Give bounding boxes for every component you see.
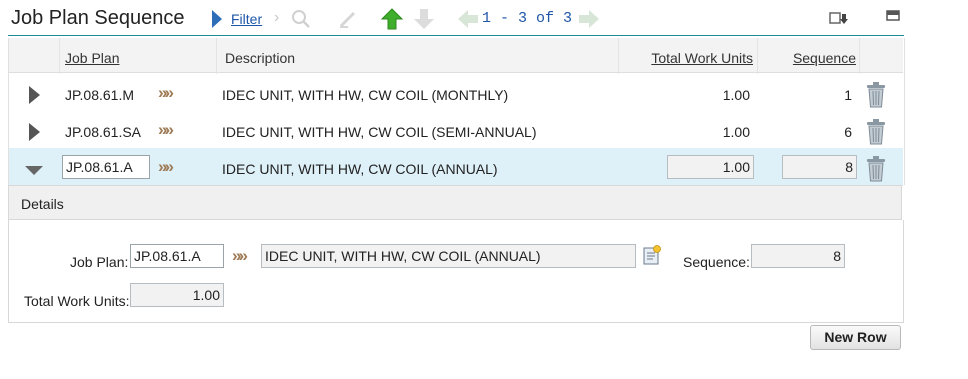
go-to-job-plan-icon[interactable]: »» xyxy=(158,157,174,177)
job-plan-cell: JP.08.61.SA xyxy=(65,124,142,140)
go-to-job-plan-icon[interactable]: »» xyxy=(158,120,174,140)
total-work-units-field[interactable] xyxy=(667,155,754,179)
collapse-row-icon[interactable] xyxy=(25,166,43,175)
details-description-field[interactable] xyxy=(261,244,636,268)
page-title: Job Plan Sequence xyxy=(11,7,185,29)
column-header-job-plan[interactable]: Job Plan xyxy=(65,50,119,66)
move-down-icon xyxy=(414,9,434,29)
delete-row-icon[interactable] xyxy=(866,156,886,182)
details-total-work-units-field[interactable] xyxy=(130,283,224,307)
total-work-units-cell: 1.00 xyxy=(722,124,750,140)
sequence-input[interactable] xyxy=(782,155,857,179)
filter-toggle-icon[interactable] xyxy=(212,10,222,28)
clear-filter-icon xyxy=(339,11,356,28)
sequence-cell: 6 xyxy=(844,124,852,140)
column-header-sequence[interactable]: Sequence xyxy=(760,50,856,66)
description-cell: IDEC UNIT, WITH HW, CW COIL (SEMI-ANNUAL… xyxy=(222,124,537,140)
total-work-units-label: Total Work Units: xyxy=(24,293,130,309)
sequence-cell: 1 xyxy=(844,87,852,103)
job-plan-label: Job Plan: xyxy=(70,254,129,270)
filter-link[interactable]: Filter xyxy=(231,11,262,27)
download-icon[interactable] xyxy=(829,10,849,28)
go-to-job-plan-icon[interactable]: »» xyxy=(158,83,174,103)
details-title: Details xyxy=(21,196,64,212)
column-header-total-work-units[interactable]: Total Work Units xyxy=(618,50,753,66)
delete-row-icon[interactable] xyxy=(866,82,886,108)
description-cell: IDEC UNIT, WITH HW, CW COIL (ANNUAL) xyxy=(222,161,498,177)
details-panel xyxy=(8,220,904,323)
go-to-job-plan-icon[interactable]: »» xyxy=(232,246,248,266)
details-header xyxy=(8,185,902,220)
details-sequence-input[interactable] xyxy=(751,244,845,268)
details-job-plan-input[interactable] xyxy=(130,244,224,268)
job-plan-input[interactable] xyxy=(62,155,150,179)
total-work-units-cell: 1.00 xyxy=(722,87,750,103)
expand-row-icon[interactable] xyxy=(29,123,40,141)
job-plan-cell: JP.08.61.M xyxy=(65,87,135,103)
chevron-right-icon: › xyxy=(274,9,280,26)
next-page-icon xyxy=(579,10,599,28)
sequence-label: Sequence: xyxy=(683,254,750,270)
delete-row-icon[interactable] xyxy=(866,119,886,145)
long-description-icon[interactable] xyxy=(642,245,662,265)
previous-page-icon xyxy=(458,10,478,28)
new-row-button[interactable]: New Row xyxy=(810,325,901,350)
pager-label: 1 - 3 of 3 xyxy=(482,10,573,27)
search-icon xyxy=(292,10,310,28)
header-divider xyxy=(8,35,904,36)
move-up-icon[interactable] xyxy=(381,8,403,30)
description-cell: IDEC UNIT, WITH HW, CW COIL (MONTHLY) xyxy=(222,87,509,103)
minimize-icon[interactable] xyxy=(886,10,900,22)
expand-row-icon[interactable] xyxy=(29,86,40,104)
column-header-description: Description xyxy=(225,50,296,66)
